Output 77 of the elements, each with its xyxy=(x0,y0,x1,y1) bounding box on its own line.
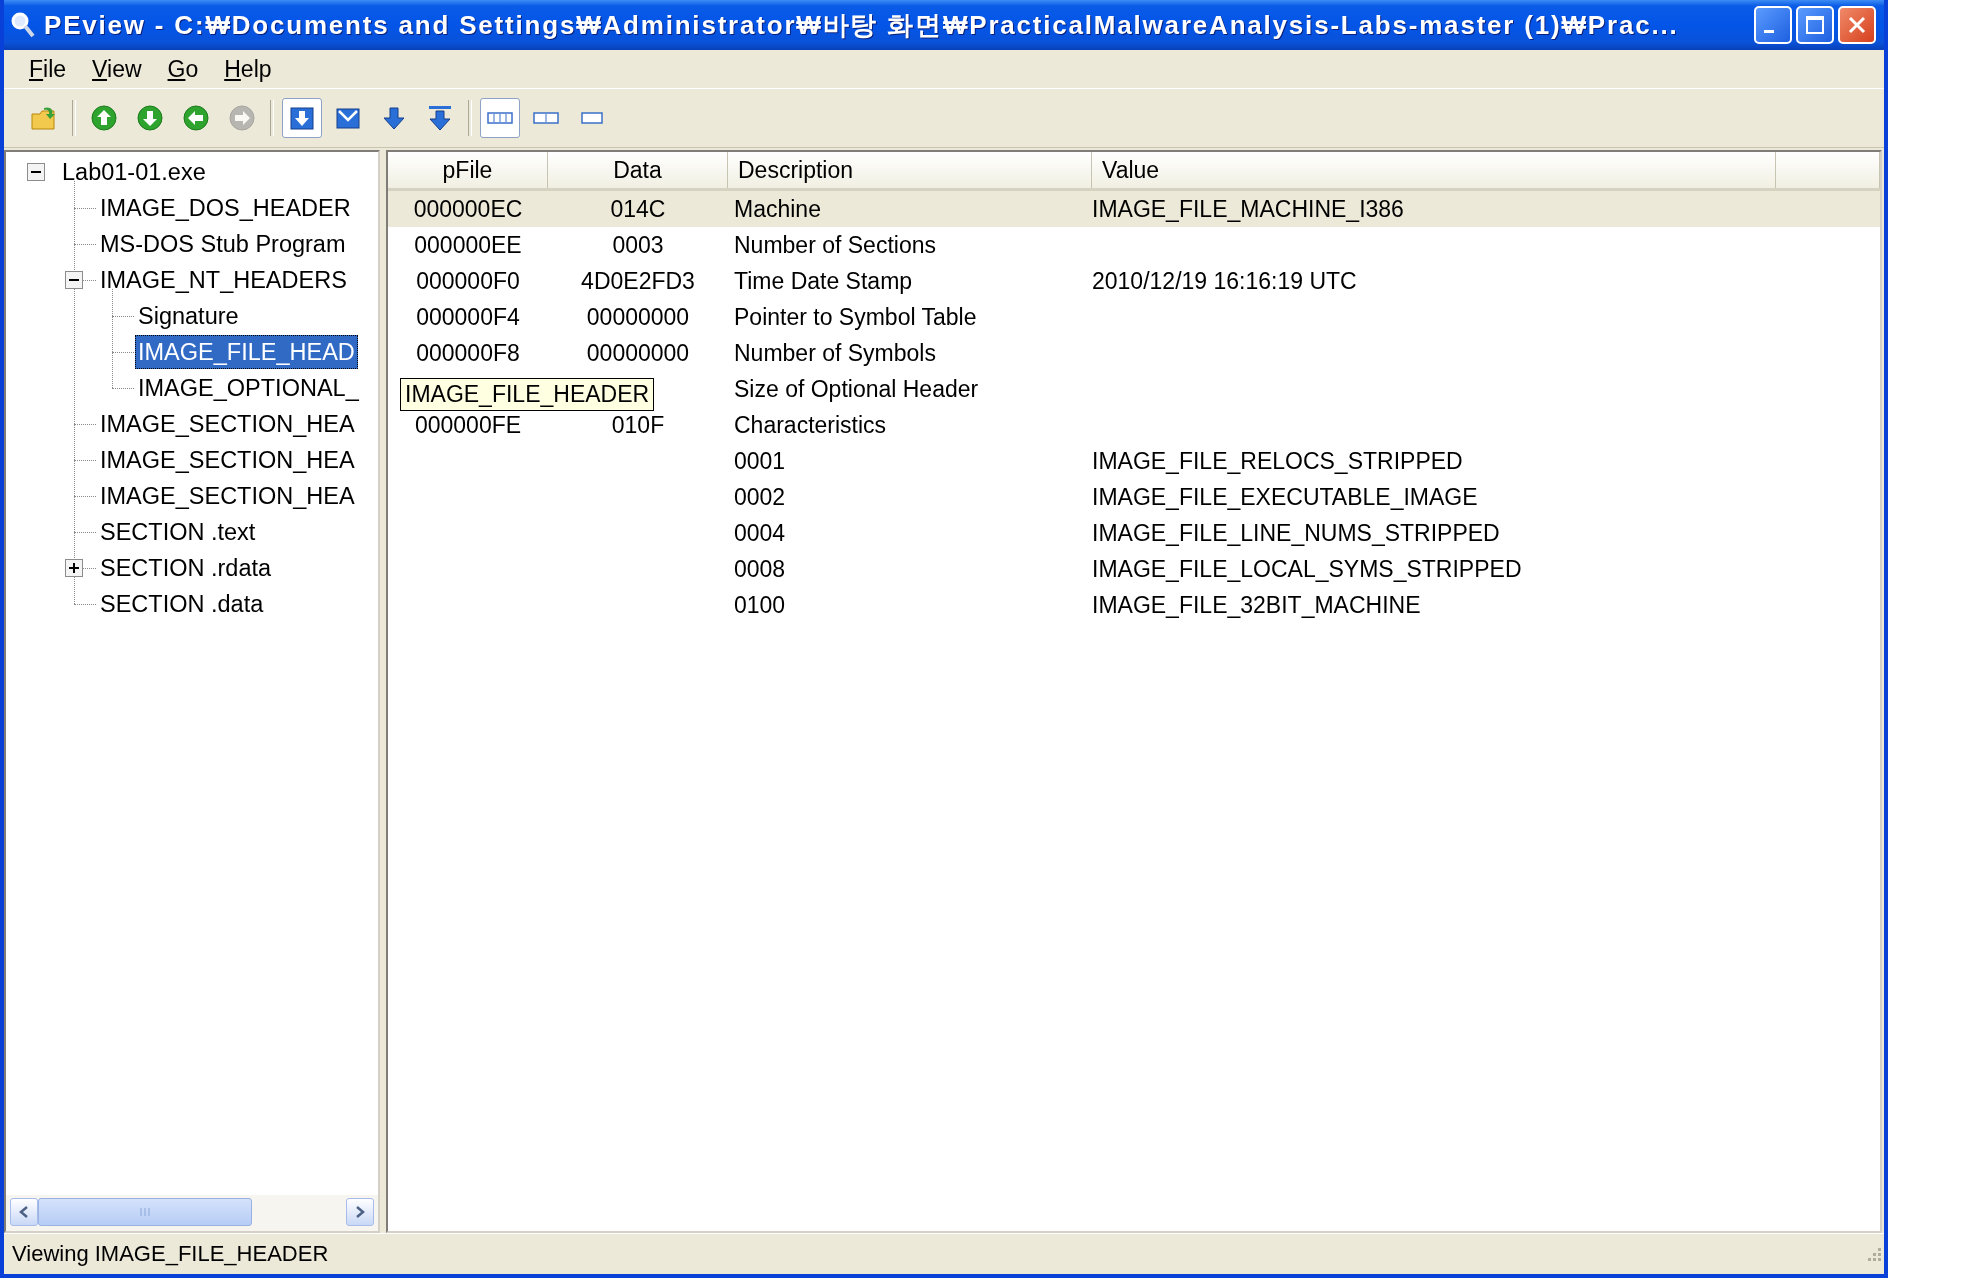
tree-item[interactable]: IMAGE_NT_HEADERS xyxy=(97,263,350,297)
table-cell-text: 000000FE xyxy=(413,411,523,439)
tree-item[interactable]: IMAGE_OPTIONAL_ xyxy=(135,371,362,405)
table-cell-text: 000000F0 xyxy=(415,267,521,295)
tree-item[interactable]: IMAGE_FILE_HEAD xyxy=(135,335,358,369)
minimize-button[interactable] xyxy=(1754,6,1792,44)
toolbar-button[interactable] xyxy=(282,98,322,138)
table-cell-text: 014C xyxy=(609,195,667,223)
table-cell-text: 0002 xyxy=(733,483,787,511)
status-text: Viewing IMAGE_FILE_HEADER xyxy=(12,1241,330,1267)
collapse-toggle[interactable] xyxy=(27,163,45,181)
table-cell-text: IMAGE_FILE_LINE_NUMS_STRIPPED xyxy=(1092,519,1501,547)
table-cell-text: Size of Optional Header xyxy=(733,375,980,403)
menu-item[interactable]: View xyxy=(79,55,155,83)
table-cell-text: 0008 xyxy=(733,555,787,583)
tree-item[interactable]: IMAGE_SECTION_HEA xyxy=(97,407,358,441)
tree-item[interactable]: MS-DOS Stub Program xyxy=(97,227,349,261)
table-cell-text: 2010/12/19 16:16:19 UTC xyxy=(1092,267,1358,295)
table-cell-text: 0001 xyxy=(733,447,787,475)
menu-item[interactable]: Go xyxy=(154,55,212,83)
download-icon xyxy=(288,104,316,132)
table-cell-text: Characteristics xyxy=(733,411,888,439)
table-cell-text: Number of Symbols xyxy=(733,339,937,367)
table-cell-text: 000000EE xyxy=(413,231,523,259)
maximize-icon xyxy=(1805,15,1825,35)
table-cell-text: Number of Sections xyxy=(733,231,937,259)
table-cell-text: IMAGE_FILE_32BIT_MACHINE xyxy=(1092,591,1422,619)
tree-item[interactable]: IMAGE_SECTION_HEA xyxy=(97,479,358,513)
tree-item[interactable]: IMAGE_SECTION_HEA xyxy=(97,443,358,477)
table-cell-text: IMAGE_FILE_EXECUTABLE_IMAGE xyxy=(1092,483,1479,511)
menu-item[interactable]: Help xyxy=(211,55,285,83)
tree-item[interactable]: IMAGE_DOS_HEADER xyxy=(97,191,354,225)
table-cell-text: Time Date Stamp xyxy=(733,267,914,295)
table-cell-text: 4D0E2FD3 xyxy=(580,267,696,295)
collapse-toggle[interactable] xyxy=(65,271,83,289)
table-cell-text: IMAGE_FILE_MACHINE_I386 xyxy=(1092,195,1405,223)
column-header[interactable]: pFile xyxy=(388,152,548,188)
scroll-right-button[interactable] xyxy=(346,1198,374,1226)
tree-item[interactable]: SECTION .rdata xyxy=(97,551,275,585)
tree-item[interactable]: Signature xyxy=(135,299,242,333)
table-cell-text: IMAGE_FILE_LOCAL_SYMS_STRIPPED xyxy=(1092,555,1523,583)
tree-item[interactable]: Lab01-01.exe xyxy=(59,155,209,189)
scrollbar-thumb[interactable] xyxy=(38,1198,252,1226)
maximize-button[interactable] xyxy=(1796,6,1834,44)
close-icon xyxy=(1847,15,1867,35)
grip-icon xyxy=(139,1207,151,1217)
window-title: PEview - C:₩Documents and Settings₩Administrator₩바탕 화면₩PracticalMalwareAnalysis-Labs-master (1)₩Prac... xyxy=(44,8,1680,42)
table-cell-text: 000000F4 xyxy=(415,303,521,331)
table-cell-text: 0004 xyxy=(733,519,787,547)
magnifier-icon xyxy=(10,11,36,39)
menu-item[interactable]: File xyxy=(16,55,80,83)
scroll-left-button[interactable] xyxy=(10,1198,38,1226)
table-cell-text: Pointer to Symbol Table xyxy=(733,303,978,331)
table-cell-text: IMAGE_FILE_RELOCS_STRIPPED xyxy=(1092,447,1464,475)
close-button[interactable] xyxy=(1838,6,1876,44)
table-cell-text: Machine xyxy=(733,195,822,223)
tooltip: IMAGE_FILE_HEADER xyxy=(400,378,655,411)
column-header[interactable]: Data xyxy=(548,152,728,188)
right-chevron-icon xyxy=(354,1205,366,1219)
selected-row[interactable]: 000000EC 014C Machine IMAGE_FILE_MACHINE_I386 xyxy=(388,191,1880,227)
down-arrow-icon xyxy=(380,104,408,132)
column-header[interactable]: Value xyxy=(1092,152,1776,188)
tree-item[interactable]: SECTION .text xyxy=(97,515,259,549)
table-cell-text: 010F xyxy=(610,411,666,439)
expand-toggle[interactable] xyxy=(65,559,83,577)
down-to-line-icon xyxy=(426,104,454,132)
tree-item[interactable]: SECTION .data xyxy=(97,587,267,621)
left-chevron-icon xyxy=(18,1205,30,1219)
toolbar-button[interactable] xyxy=(480,98,520,138)
table-cell-text: 00000000 xyxy=(585,303,691,331)
table-cell-text: 000000EC xyxy=(412,195,524,223)
table-cell-text: 0003 xyxy=(611,231,665,259)
table-cell-text: 00000000 xyxy=(585,339,691,367)
minimize-icon xyxy=(1764,29,1774,33)
table-cell-text: 0100 xyxy=(733,591,787,619)
table-cell-text: 000000F8 xyxy=(415,339,521,367)
column-header[interactable]: Description xyxy=(728,152,1092,188)
